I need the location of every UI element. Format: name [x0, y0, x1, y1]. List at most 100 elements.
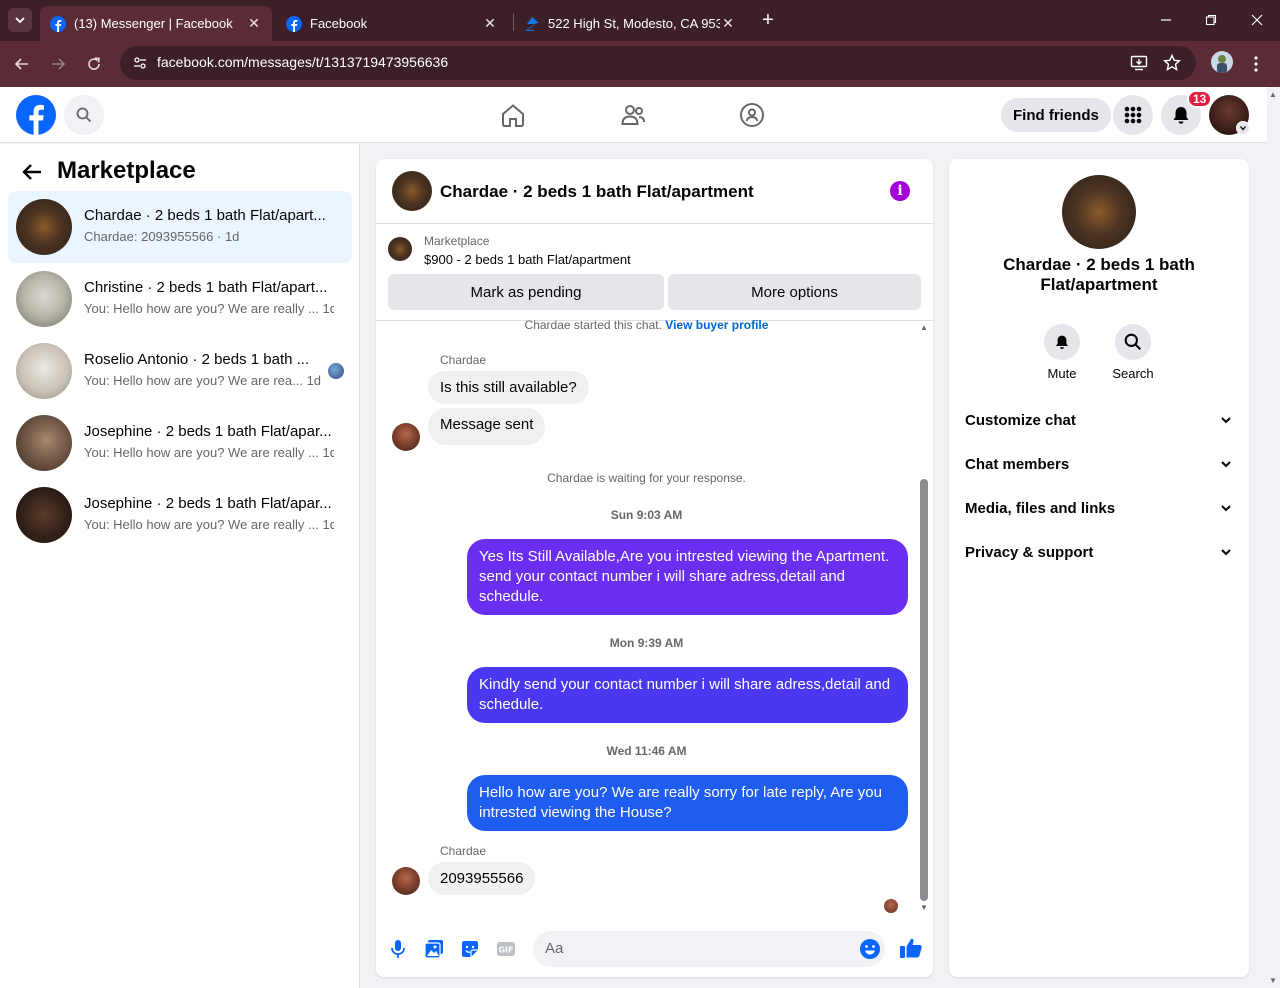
home-icon[interactable] [493, 95, 533, 135]
listing-avatar[interactable] [1062, 175, 1136, 249]
search-icon[interactable] [64, 95, 104, 135]
close-tab-icon[interactable]: ✕ [720, 15, 736, 32]
chat-details-panel: Chardae · 2 beds 1 bath Flat/apartment M… [949, 159, 1249, 977]
scroll-up-arrow-icon[interactable]: ▲ [919, 323, 929, 333]
info-icon[interactable]: i [890, 181, 910, 201]
seen-avatar [328, 363, 344, 379]
message-input[interactable]: Aa [533, 931, 885, 967]
scroll-down-arrow-icon[interactable]: ▼ [1269, 976, 1277, 985]
back-arrow-icon[interactable] [20, 160, 44, 184]
listing-thumbnail[interactable] [388, 237, 412, 261]
incoming-message[interactable]: 2093955566 [428, 862, 536, 895]
message-input-placeholder: Aa [545, 940, 564, 957]
minimize-icon[interactable] [1156, 10, 1176, 30]
tab-facebook[interactable]: Facebook ✕ [276, 6, 508, 41]
scroll-up-arrow-icon[interactable]: ▲ [1269, 90, 1277, 99]
forward-icon[interactable] [46, 52, 70, 76]
attach-photo-icon[interactable] [422, 937, 446, 961]
tab-zillow[interactable]: 522 High St, Modesto, CA 9535 ✕ [514, 6, 746, 41]
sender-avatar[interactable] [392, 423, 420, 451]
groups-icon[interactable] [732, 95, 772, 135]
conversation-item[interactable]: Roselio Antonio · 2 beds 1 bath ... You:… [8, 335, 352, 407]
find-friends-button[interactable]: Find friends [1001, 98, 1111, 132]
tab-search-button[interactable] [8, 8, 32, 32]
outgoing-message[interactable]: Hello how are you? We are really sorry f… [467, 775, 908, 831]
section-label: Customize chat [965, 411, 1076, 429]
timestamp: Sun 9:03 AM [610, 508, 683, 522]
view-buyer-profile-link[interactable]: View buyer profile [665, 318, 768, 332]
conversation-preview: You: Hello how are you? We are really ..… [84, 301, 334, 316]
microphone-icon[interactable] [386, 937, 410, 961]
facebook-favicon-icon [286, 15, 302, 32]
bookmark-star-icon[interactable] [1162, 53, 1182, 73]
media-files-links-row[interactable]: Media, files and links [957, 486, 1241, 530]
customize-chat-row[interactable]: Customize chat [957, 398, 1241, 442]
install-app-icon[interactable] [1129, 53, 1149, 73]
chat-scroll-thumb[interactable] [920, 479, 928, 901]
menu-grid-icon[interactable] [1113, 95, 1153, 135]
conversation-item[interactable]: Christine · 2 beds 1 bath Flat/apart... … [8, 263, 352, 335]
site-settings-icon[interactable] [128, 51, 152, 75]
facebook-logo-icon[interactable] [16, 95, 56, 135]
conversation-item[interactable]: Josephine · 2 beds 1 bath Flat/apar... Y… [8, 479, 352, 551]
scroll-down-arrow-icon[interactable]: ▼ [919, 903, 929, 913]
url-text: facebook.com/messages/t/1313719473956636 [157, 54, 449, 70]
chat-members-row[interactable]: Chat members [957, 442, 1241, 486]
account-menu-chevron-icon[interactable] [1236, 121, 1250, 135]
notification-count-badge: 13 [1187, 90, 1213, 108]
conversation-item[interactable]: Chardae · 2 beds 1 bath Flat/apart... Ch… [8, 191, 352, 263]
listing-thumbnail [16, 199, 72, 255]
search-in-chat-button[interactable]: Search [1103, 324, 1163, 381]
section-label: Media, files and links [965, 499, 1116, 517]
browser-profile-avatar[interactable] [1211, 51, 1233, 73]
facebook-favicon-icon [50, 15, 66, 32]
browser-menu-icon[interactable] [1246, 52, 1266, 76]
sticker-icon[interactable] [458, 937, 482, 961]
outgoing-message[interactable]: Kindly send your contact number i will s… [467, 667, 908, 723]
privacy-support-row[interactable]: Privacy & support [957, 530, 1241, 574]
mute-button[interactable]: Mute [1032, 324, 1092, 381]
listing-price-title[interactable]: $900 - 2 beds 1 bath Flat/apartment [424, 252, 631, 267]
chevron-down-icon [15, 17, 25, 24]
listing-thumbnail [16, 343, 72, 399]
thumbs-up-icon[interactable] [898, 935, 924, 961]
conversation-name: Roselio Antonio · 2 beds 1 bath ... [84, 351, 310, 368]
waiting-note: Chardae is waiting for your response. [547, 471, 746, 485]
new-tab-button[interactable]: + [758, 10, 778, 30]
emoji-icon[interactable] [859, 938, 881, 960]
conversation-preview: Chardae: 2093955566 · 1d [84, 229, 240, 244]
close-tab-icon[interactable]: ✕ [482, 15, 498, 32]
read-receipt-avatar [884, 899, 898, 913]
close-window-icon[interactable] [1247, 10, 1267, 30]
page-scrollbar[interactable] [1267, 87, 1280, 988]
conversation-item[interactable]: Josephine · 2 beds 1 bath Flat/apar... Y… [8, 407, 352, 479]
reload-icon[interactable] [82, 52, 106, 76]
incoming-message[interactable]: Message sent [428, 408, 546, 445]
chevron-down-icon [1221, 505, 1231, 512]
listing-thumbnail [16, 415, 72, 471]
chevron-down-icon [1221, 461, 1231, 468]
friends-icon[interactable] [613, 95, 653, 135]
more-options-button[interactable]: More options [668, 274, 921, 310]
restore-icon[interactable] [1201, 10, 1221, 30]
chat-avatar[interactable] [392, 171, 432, 211]
sender-avatar[interactable] [392, 867, 420, 895]
timestamp: Mon 9:39 AM [609, 636, 684, 650]
close-tab-icon[interactable]: ✕ [246, 15, 262, 32]
marketplace-label: Marketplace [424, 234, 490, 248]
chevron-down-icon [1221, 549, 1231, 556]
search-icon [1115, 324, 1151, 360]
tab-messenger[interactable]: (13) Messenger | Facebook ✕ [40, 6, 272, 41]
outgoing-message[interactable]: Yes Its Still Available,Are you intreste… [467, 539, 908, 615]
section-label: Privacy & support [965, 543, 1094, 561]
gif-icon[interactable]: GIF [494, 937, 518, 961]
mark-as-pending-button[interactable]: Mark as pending [388, 274, 664, 310]
chat-panel: Chardae · 2 beds 1 bath Flat/apartment i… [376, 159, 933, 977]
section-label: Chat members [965, 455, 1070, 473]
back-icon[interactable] [10, 52, 34, 76]
chevron-down-icon [1221, 417, 1231, 424]
chat-title[interactable]: Chardae · 2 beds 1 bath Flat/apartment [440, 182, 754, 202]
omnibox[interactable]: facebook.com/messages/t/1313719473956636 [120, 46, 1196, 80]
incoming-message[interactable]: Is this still available? [428, 371, 589, 404]
tab-title: Facebook [310, 16, 368, 31]
